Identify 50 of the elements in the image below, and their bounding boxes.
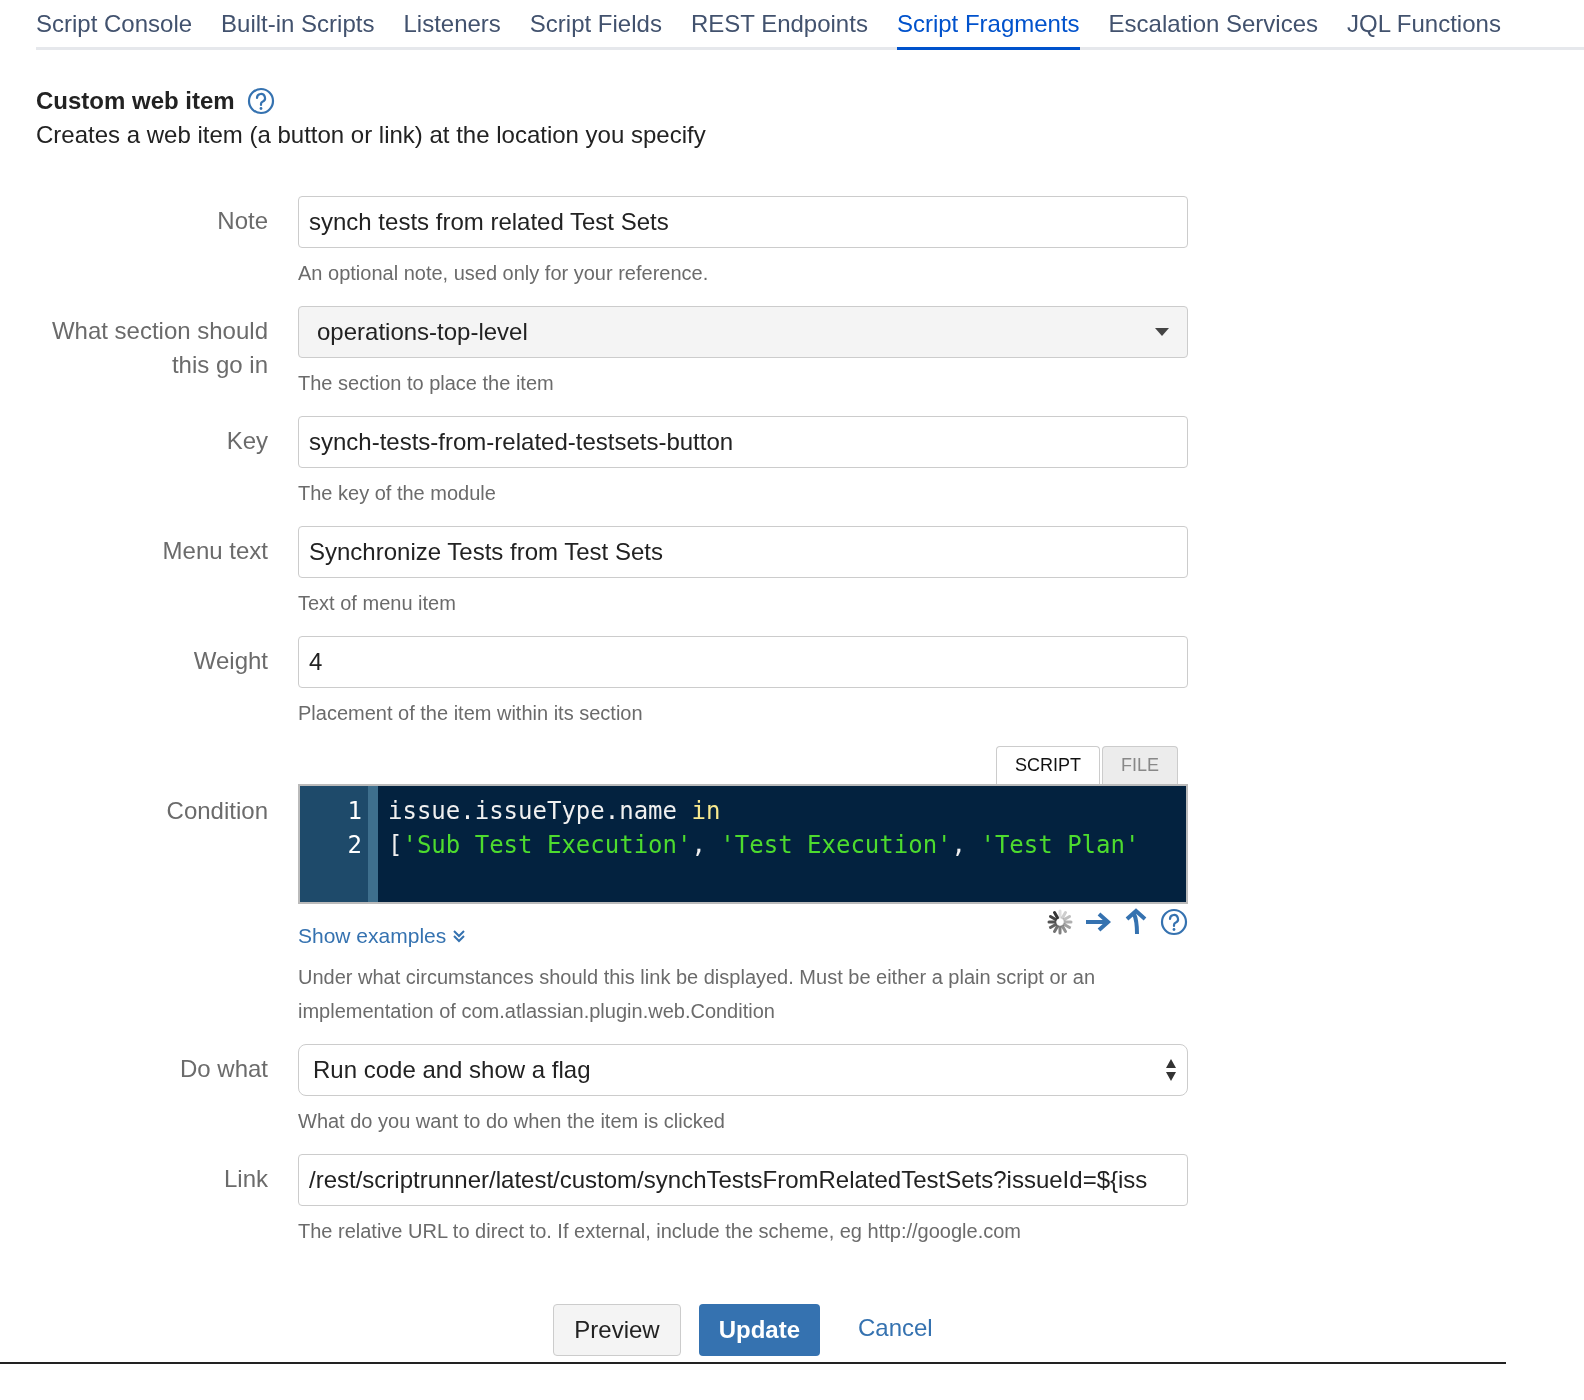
- help-text: The section to place the item: [298, 371, 555, 396]
- field-label: Do what: [179, 1054, 268, 1082]
- help-icon[interactable]: [246, 87, 275, 115]
- code-line: issue.issueType.name in: [388, 796, 722, 827]
- spinner-icon: [1046, 908, 1074, 936]
- show-examples-link[interactable]: Show examples: [298, 920, 467, 952]
- help-text: An optional note, used only for your reference.: [298, 261, 710, 286]
- text-field[interactable]: Synchronize Tests from Test Sets: [298, 526, 1188, 578]
- preview-button[interactable]: Preview: [553, 1303, 681, 1356]
- help-text: Text of menu item: [298, 591, 457, 616]
- caret-icon: [1155, 328, 1169, 336]
- help-text: The relative URL to direct to. If external, include the scheme, eg http://google.com: [298, 1218, 1022, 1244]
- nav-tab[interactable]: Script Fragments: [896, 0, 1080, 50]
- double-chevron-icon: [452, 928, 467, 943]
- text-field[interactable]: 4: [298, 636, 1188, 688]
- section-description: Creates a web item (a button or link) at the location you specify: [36, 120, 707, 150]
- line-number: 2: [346, 830, 362, 861]
- help-icon[interactable]: [1160, 908, 1188, 936]
- field-label: Key: [226, 427, 268, 454]
- help-text: Under what circumstances should this link be displayed. Must be either a plain script or an: [298, 964, 1097, 990]
- field-label: What section should this go in: [51, 317, 268, 378]
- nav-tab[interactable]: REST Endpoints: [690, 0, 868, 50]
- help-text: The key of the module: [298, 481, 497, 506]
- nav-tab[interactable]: JQL Functions: [1347, 0, 1501, 50]
- cancel-link[interactable]: Cancel: [838, 1309, 953, 1346]
- line-number: 1: [346, 796, 362, 827]
- field-label: Condition: [166, 797, 268, 824]
- nav-tab[interactable]: Script Fields: [529, 0, 662, 50]
- text-field[interactable]: synch-tests-from-related-testsets-button: [298, 416, 1188, 468]
- help-text: Placement of the item within its section: [298, 701, 644, 726]
- text-field[interactable]: /rest/scriptrunner/latest/custom/synchTestsFromRelatedTestSets?issueId=${iss: [298, 1153, 1188, 1206]
- stepper-icon: [1165, 1057, 1177, 1082]
- editor-tab[interactable]: SCRIPT: [995, 746, 1100, 784]
- field-label: Link: [223, 1164, 268, 1192]
- nav-tab[interactable]: Escalation Services: [1108, 0, 1319, 50]
- dropdown[interactable]: operations-top-level: [298, 306, 1188, 358]
- code-line: ['Sub Test Execution', 'Test Execution', 'Test Plan': [388, 830, 1140, 861]
- nav-tab[interactable]: Listeners: [403, 0, 501, 50]
- nav-tab[interactable]: Built-in Scripts: [221, 0, 375, 50]
- section-title: Custom web item: [36, 86, 235, 116]
- update-button[interactable]: Update: [698, 1303, 820, 1356]
- code-editor[interactable]: 1 2 issue.issueType.name in ['Sub Test Execution', 'Test Execution', 'Test Plan': [298, 784, 1188, 904]
- field-label: Note: [217, 207, 268, 234]
- text-field[interactable]: synch tests from related Test Sets: [298, 196, 1188, 248]
- help-text: What do you want to do when the item is clicked: [298, 1108, 726, 1134]
- nav-tab[interactable]: Script Console: [36, 0, 193, 50]
- dropdown[interactable]: Run code and show a flag: [298, 1043, 1188, 1096]
- field-label: Menu text: [162, 537, 268, 564]
- field-label: Weight: [193, 647, 268, 674]
- help-text: implementation of com.atlassian.plugin.web.Condition: [298, 998, 776, 1024]
